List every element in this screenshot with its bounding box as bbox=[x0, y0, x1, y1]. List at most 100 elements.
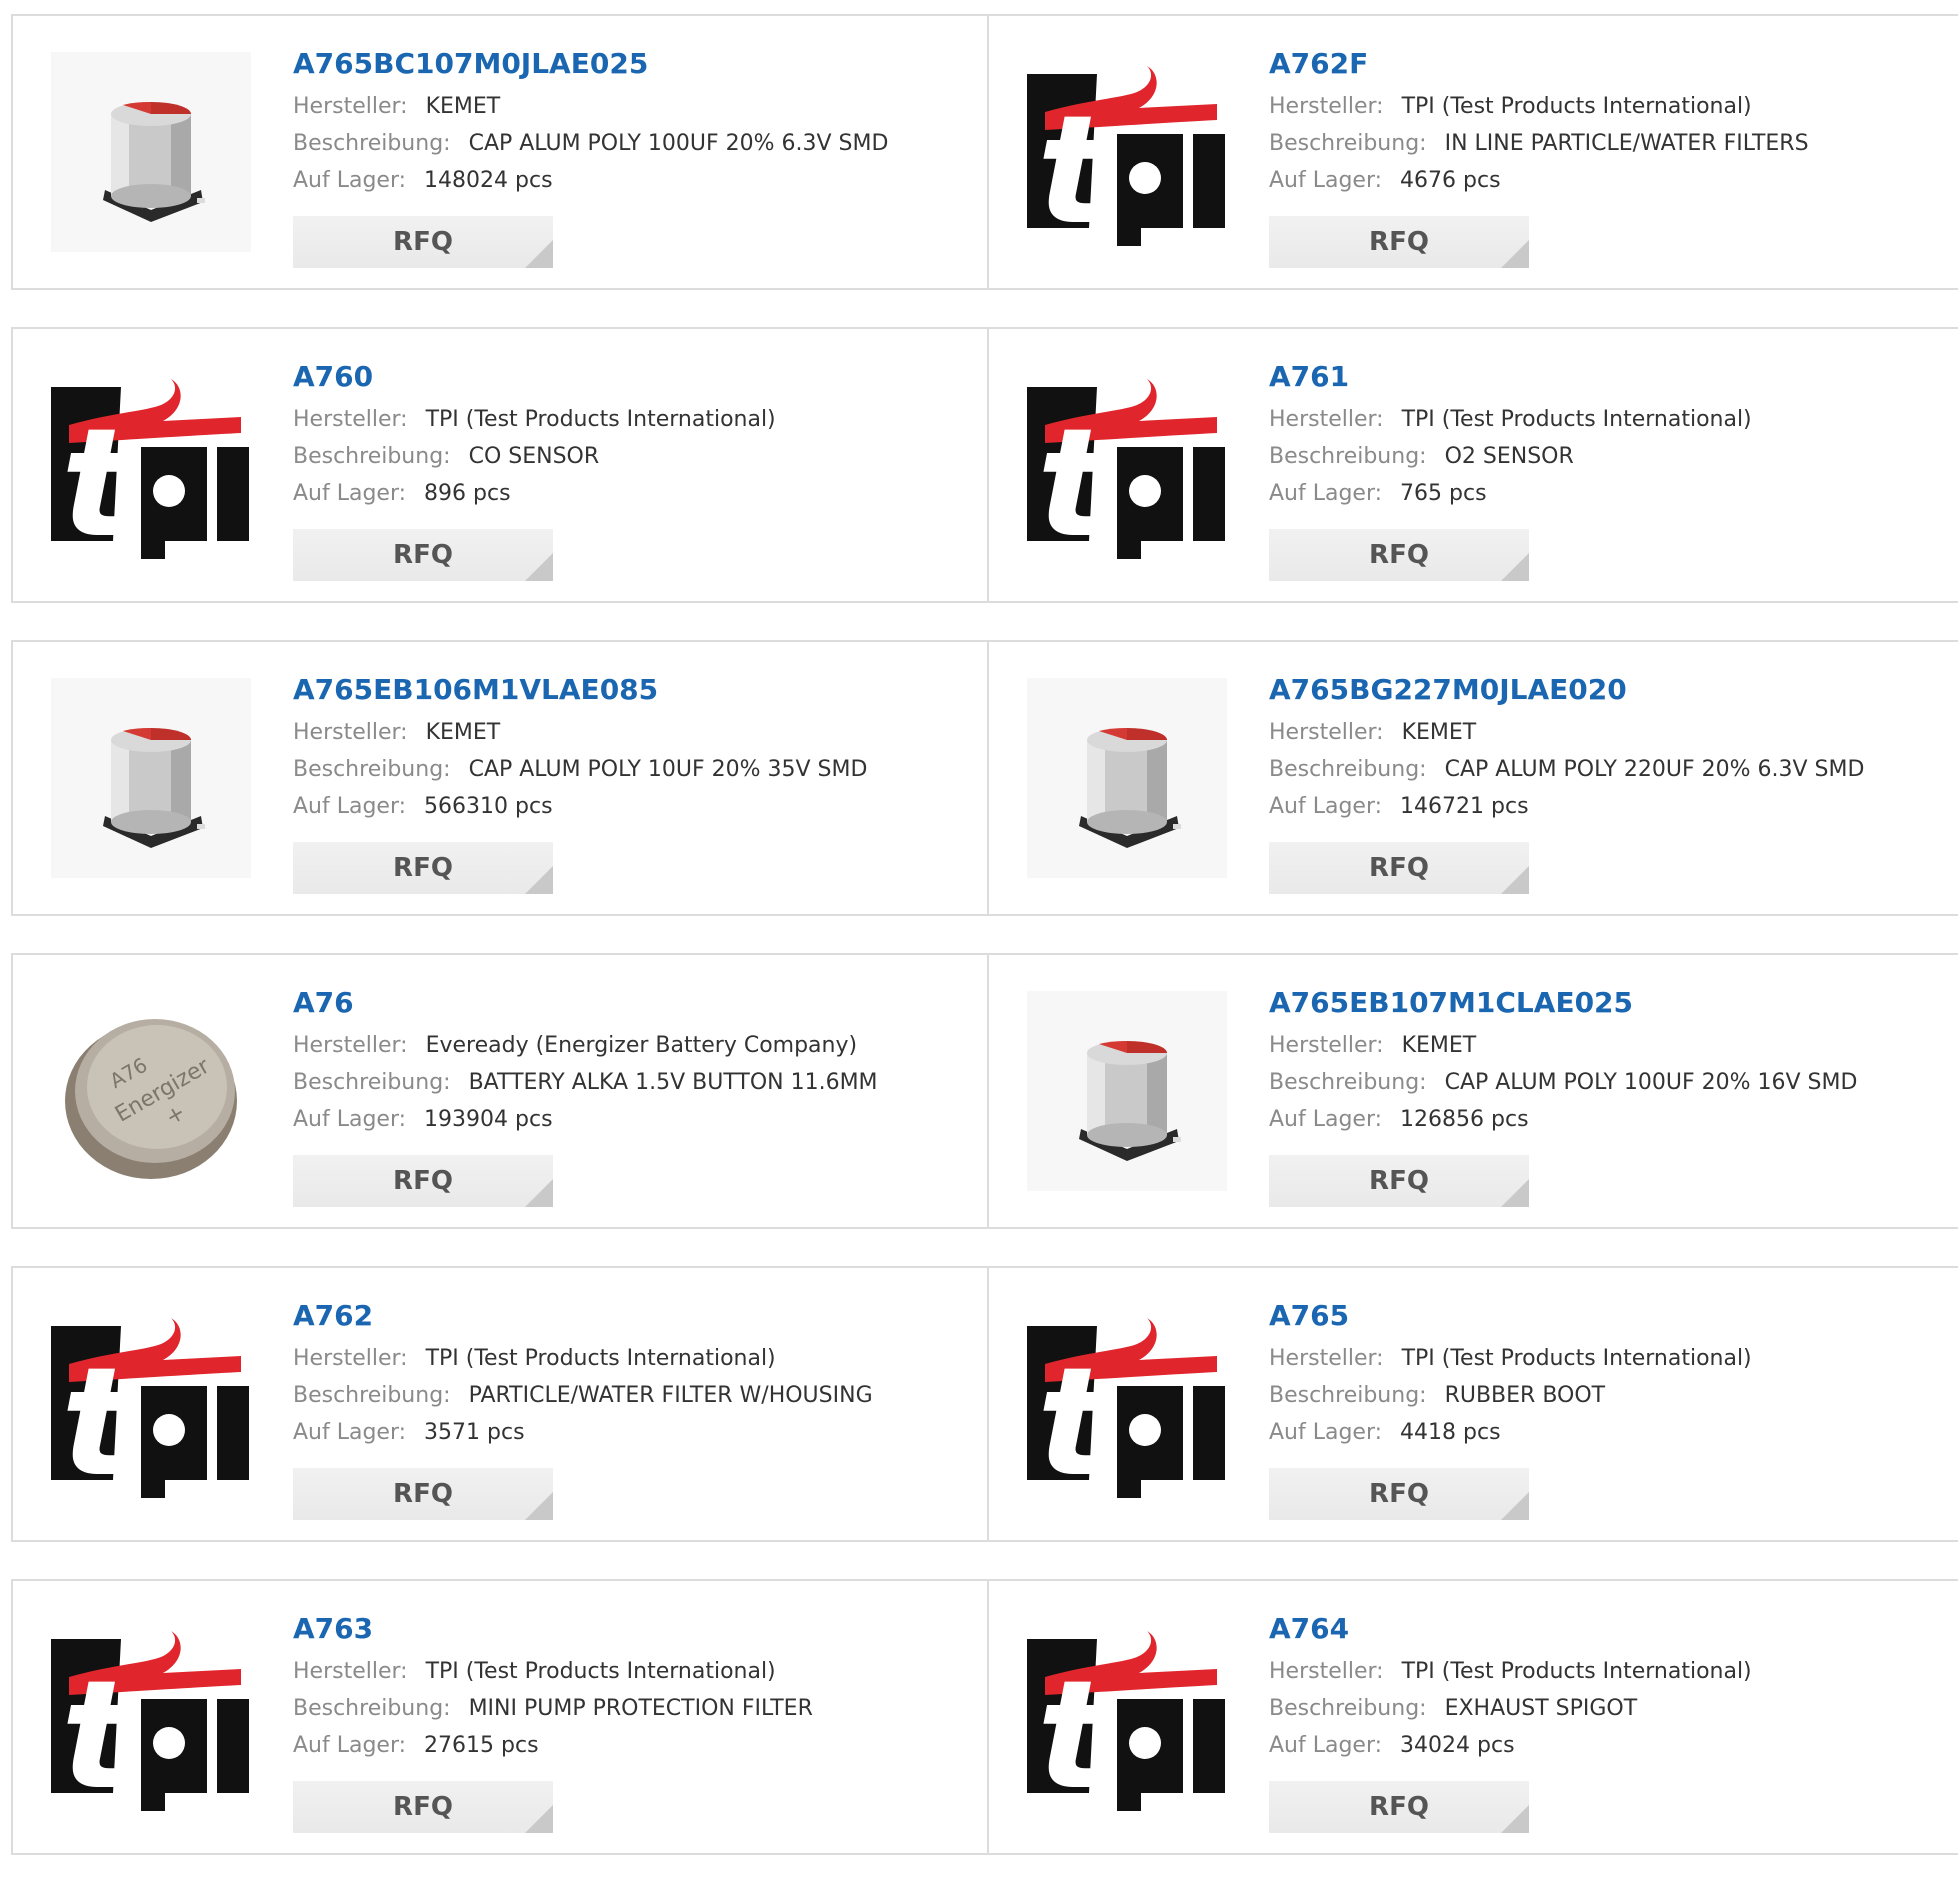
rfq-button[interactable]: RFQ bbox=[1269, 1468, 1529, 1520]
tpi-logo-image: t bbox=[51, 1617, 251, 1817]
part-number-link[interactable]: A765EB107M1CLAE025 bbox=[1269, 985, 1633, 1021]
tpi-logo-image: t bbox=[1027, 1617, 1227, 1817]
part-number-link[interactable]: A765BG227M0JLAE020 bbox=[1269, 672, 1627, 708]
button-battery-image: A76 Energizer + bbox=[51, 991, 251, 1191]
description-label: Beschreibung: bbox=[1269, 757, 1427, 782]
svg-text:t: t bbox=[61, 1336, 138, 1504]
manufacturer-label: Hersteller: bbox=[293, 1346, 408, 1371]
stock-label: Auf Lager: bbox=[293, 1733, 407, 1758]
stock-value: 193904 pcs bbox=[424, 1107, 553, 1132]
stock-label: Auf Lager: bbox=[1269, 168, 1383, 193]
rfq-button[interactable]: RFQ bbox=[1269, 842, 1529, 894]
product-image[interactable]: t bbox=[1027, 52, 1227, 252]
part-number-link[interactable]: A765BC107M0JLAE025 bbox=[293, 46, 648, 82]
product-row: t A762 Hersteller: TPI (Test Products Int… bbox=[11, 1266, 1958, 1542]
product-card: A76 Energizer + A76 Hersteller: Eveready … bbox=[11, 953, 989, 1229]
stock-label: Auf Lager: bbox=[1269, 481, 1383, 506]
part-number-link[interactable]: A760 bbox=[293, 359, 373, 395]
part-number-link[interactable]: A764 bbox=[1269, 1611, 1349, 1647]
description-value: RUBBER BOOT bbox=[1444, 1383, 1606, 1408]
product-image[interactable]: t bbox=[51, 1617, 251, 1817]
stock-value: 566310 pcs bbox=[424, 794, 553, 819]
stock-value: 146721 pcs bbox=[1400, 794, 1529, 819]
product-card: t A762 Hersteller: TPI (Test Products Int… bbox=[11, 1266, 989, 1542]
capacitor-image bbox=[51, 52, 251, 252]
svg-text:t: t bbox=[1037, 1336, 1114, 1504]
rfq-label: RFQ bbox=[393, 1792, 453, 1822]
description-label: Beschreibung: bbox=[293, 444, 451, 469]
product-image[interactable] bbox=[1027, 991, 1227, 1191]
corner-triangle-icon bbox=[525, 1179, 553, 1207]
product-card: t A763 Hersteller: TPI (Test Products Int… bbox=[11, 1579, 989, 1855]
product-image[interactable] bbox=[1027, 678, 1227, 878]
stock-value: 4418 pcs bbox=[1400, 1420, 1501, 1445]
stock-label: Auf Lager: bbox=[1269, 1107, 1383, 1132]
manufacturer-label: Hersteller: bbox=[293, 1659, 408, 1684]
rfq-button[interactable]: RFQ bbox=[293, 1781, 553, 1833]
product-card: A765EB106M1VLAE085 Hersteller: KEMET Besc… bbox=[11, 640, 989, 916]
capacitor-image bbox=[1027, 991, 1227, 1191]
part-number-link[interactable]: A762F bbox=[1269, 46, 1368, 82]
product-card: t A761 Hersteller: TPI (Test Products Int… bbox=[989, 327, 1958, 603]
product-row: t A760 Hersteller: TPI (Test Products Int… bbox=[11, 327, 1958, 603]
corner-triangle-icon bbox=[1501, 866, 1529, 894]
rfq-button[interactable]: RFQ bbox=[1269, 1155, 1529, 1207]
rfq-label: RFQ bbox=[393, 853, 453, 883]
description-label: Beschreibung: bbox=[1269, 131, 1427, 156]
stock-value: 765 pcs bbox=[1400, 481, 1487, 506]
description-value: CAP ALUM POLY 100UF 20% 6.3V SMD bbox=[468, 131, 889, 156]
description-label: Beschreibung: bbox=[1269, 444, 1427, 469]
manufacturer-label: Hersteller: bbox=[1269, 1659, 1384, 1684]
rfq-button[interactable]: RFQ bbox=[293, 1155, 553, 1207]
product-image[interactable] bbox=[51, 678, 251, 878]
product-image[interactable]: t bbox=[51, 365, 251, 565]
description-value: MINI PUMP PROTECTION FILTER bbox=[468, 1696, 813, 1721]
manufacturer-value: TPI (Test Products International) bbox=[425, 1659, 776, 1684]
product-image[interactable]: A76 Energizer + bbox=[51, 991, 251, 1191]
svg-text:t: t bbox=[61, 397, 138, 565]
tpi-logo-image: t bbox=[1027, 365, 1227, 565]
rfq-button[interactable]: RFQ bbox=[293, 529, 553, 581]
stock-value: 3571 pcs bbox=[424, 1420, 525, 1445]
part-number-link[interactable]: A765 bbox=[1269, 1298, 1349, 1334]
part-number-link[interactable]: A761 bbox=[1269, 359, 1349, 395]
rfq-button[interactable]: RFQ bbox=[293, 216, 553, 268]
corner-triangle-icon bbox=[525, 1492, 553, 1520]
stock-label: Auf Lager: bbox=[293, 168, 407, 193]
rfq-button[interactable]: RFQ bbox=[293, 1468, 553, 1520]
stock-value: 126856 pcs bbox=[1400, 1107, 1529, 1132]
manufacturer-value: TPI (Test Products International) bbox=[425, 1346, 776, 1371]
part-number-link[interactable]: A763 bbox=[293, 1611, 373, 1647]
stock-label: Auf Lager: bbox=[1269, 794, 1383, 819]
description-value: EXHAUST SPIGOT bbox=[1444, 1696, 1638, 1721]
tpi-logo-image: t bbox=[51, 1304, 251, 1504]
product-image[interactable]: t bbox=[51, 1304, 251, 1504]
manufacturer-label: Hersteller: bbox=[293, 720, 408, 745]
manufacturer-label: Hersteller: bbox=[1269, 1033, 1384, 1058]
rfq-button[interactable]: RFQ bbox=[1269, 216, 1529, 268]
manufacturer-label: Hersteller: bbox=[1269, 407, 1384, 432]
rfq-button[interactable]: RFQ bbox=[1269, 529, 1529, 581]
product-image[interactable]: t bbox=[1027, 365, 1227, 565]
corner-triangle-icon bbox=[525, 553, 553, 581]
manufacturer-value: TPI (Test Products International) bbox=[1401, 407, 1752, 432]
description-value: CAP ALUM POLY 220UF 20% 6.3V SMD bbox=[1444, 757, 1865, 782]
product-card: A765BG227M0JLAE020 Hersteller: KEMET Besc… bbox=[989, 640, 1958, 916]
rfq-button[interactable]: RFQ bbox=[1269, 1781, 1529, 1833]
product-row: A765EB106M1VLAE085 Hersteller: KEMET Besc… bbox=[11, 640, 1958, 916]
product-image[interactable] bbox=[51, 52, 251, 252]
product-image[interactable]: t bbox=[1027, 1617, 1227, 1817]
stock-value: 4676 pcs bbox=[1400, 168, 1501, 193]
product-image[interactable]: t bbox=[1027, 1304, 1227, 1504]
description-value: IN LINE PARTICLE/WATER FILTERS bbox=[1444, 131, 1809, 156]
part-number-link[interactable]: A762 bbox=[293, 1298, 373, 1334]
corner-triangle-icon bbox=[1501, 1805, 1529, 1833]
stock-label: Auf Lager: bbox=[293, 1420, 407, 1445]
part-number-link[interactable]: A76 bbox=[293, 985, 354, 1021]
manufacturer-value: KEMET bbox=[1401, 1033, 1477, 1058]
rfq-button[interactable]: RFQ bbox=[293, 842, 553, 894]
description-label: Beschreibung: bbox=[293, 1696, 451, 1721]
stock-value: 27615 pcs bbox=[424, 1733, 539, 1758]
part-number-link[interactable]: A765EB106M1VLAE085 bbox=[293, 672, 658, 708]
description-label: Beschreibung: bbox=[293, 1070, 451, 1095]
